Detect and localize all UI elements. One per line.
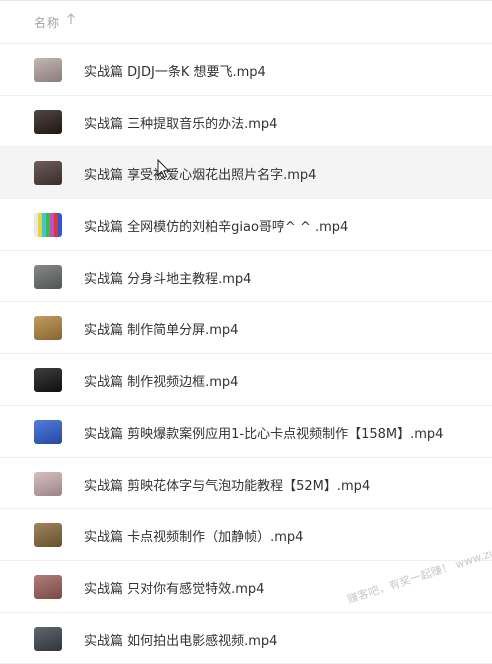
file-row[interactable]: 实战篇 DJDJ一条K 想要飞.mp4 — [0, 44, 492, 96]
file-name[interactable]: 实战篇 只对你有感觉特效.mp4 — [84, 578, 264, 597]
video-thumbnail — [34, 523, 62, 548]
file-name[interactable]: 实战篇 三种提取音乐的办法.mp4 — [84, 113, 277, 132]
file-row[interactable]: 实战篇 全网模仿的刘柏辛giao哥哼^ ^ .mp4 — [0, 199, 492, 251]
video-thumbnail — [34, 213, 62, 238]
video-thumbnail — [34, 316, 62, 341]
file-row[interactable]: 实战篇 剪映花体字与气泡功能教程【52M】.mp4 — [0, 458, 492, 510]
file-row[interactable]: 实战篇 制作视频边框.mp4 — [0, 354, 492, 406]
mouse-cursor-icon — [157, 159, 170, 179]
arrow-up-icon[interactable] — [66, 12, 76, 26]
list-header: 名称 — [0, 0, 492, 44]
file-row[interactable]: 实战篇 享受被爱心烟花出照片名字.mp4 — [0, 147, 492, 200]
video-thumbnail — [34, 368, 62, 393]
video-thumbnail — [34, 109, 62, 134]
video-thumbnail — [34, 574, 62, 599]
file-row[interactable]: 实战篇 剪映爆款案例应用1-比心卡点视频制作【158M】.mp4 — [0, 406, 492, 458]
file-row[interactable]: 实战篇 如何拍出电影感视频.mp4 — [0, 613, 492, 664]
video-thumbnail — [34, 626, 62, 651]
file-row[interactable]: 实战篇 分身斗地主教程.mp4 — [0, 251, 492, 303]
file-row[interactable]: 实战篇 三种提取音乐的办法.mp4 — [0, 96, 492, 148]
file-name[interactable]: 实战篇 享受被爱心烟花出照片名字.mp4 — [84, 164, 316, 183]
file-name[interactable]: 实战篇 卡点视频制作（加静帧）.mp4 — [84, 526, 303, 545]
file-name[interactable]: 实战篇 剪映爆款案例应用1-比心卡点视频制作【158M】.mp4 — [84, 423, 443, 442]
file-row[interactable]: 实战篇 制作简单分屏.mp4 — [0, 302, 492, 355]
file-name[interactable]: 实战篇 DJDJ一条K 想要飞.mp4 — [84, 61, 266, 80]
file-name[interactable]: 实战篇 制作视频边框.mp4 — [84, 371, 238, 390]
video-thumbnail — [34, 264, 62, 289]
file-row[interactable]: 实战篇 卡点视频制作（加静帧）.mp4 — [0, 509, 492, 561]
file-name[interactable]: 实战篇 分身斗地主教程.mp4 — [84, 268, 251, 287]
video-thumbnail — [34, 419, 62, 444]
file-name[interactable]: 实战篇 制作简单分屏.mp4 — [84, 319, 238, 338]
file-name[interactable]: 实战篇 全网模仿的刘柏辛giao哥哼^ ^ .mp4 — [84, 216, 348, 235]
video-thumbnail — [34, 58, 62, 82]
video-thumbnail — [34, 471, 62, 496]
column-header-name[interactable]: 名称 — [34, 14, 60, 31]
file-name[interactable]: 实战篇 剪映花体字与气泡功能教程【52M】.mp4 — [84, 475, 370, 494]
file-name[interactable]: 实战篇 如何拍出电影感视频.mp4 — [84, 630, 277, 649]
video-thumbnail — [34, 161, 62, 186]
